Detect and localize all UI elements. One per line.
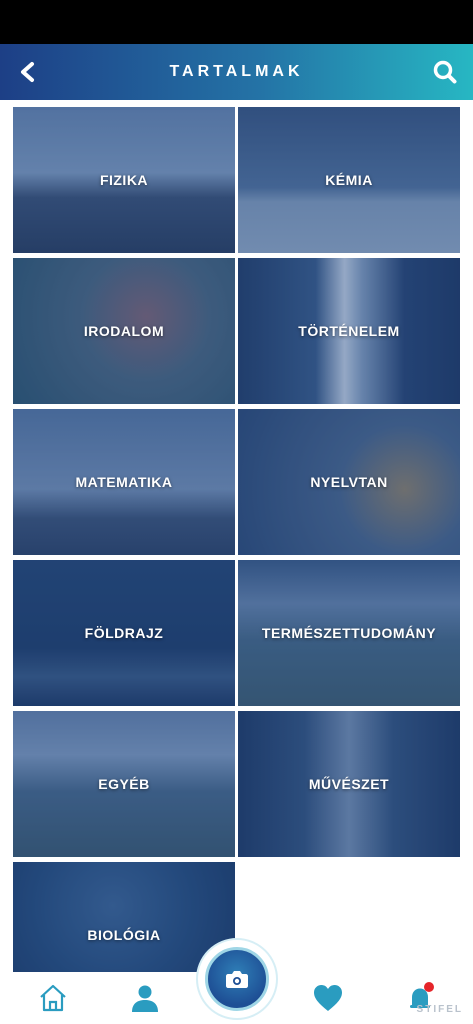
notification-badge [424, 982, 434, 992]
category-tile-foldrajz[interactable]: FÖLDRAJZ [13, 560, 235, 706]
category-label: IRODALOM [83, 323, 165, 339]
status-bar [0, 0, 473, 44]
watermark-text: STIFEL [416, 1004, 463, 1015]
nav-favorites[interactable] [308, 980, 348, 1016]
category-tile-fizika[interactable]: FIZIKA [13, 107, 235, 253]
camera-button-inner [205, 947, 269, 1011]
category-tile-tortenelem[interactable]: TÖRTÉNELEM [238, 258, 460, 404]
category-label: MŰVÉSZET [308, 776, 390, 792]
page-title: TARTALMAK [169, 63, 304, 80]
category-label: MATEMATIKA [75, 474, 173, 490]
app-header: TARTALMAK [0, 44, 473, 100]
heart-icon [314, 985, 342, 1011]
search-button[interactable] [427, 54, 463, 90]
category-tile-irodalom[interactable]: IRODALOM [13, 258, 235, 404]
category-tile-biologia[interactable]: BIOLÓGIA [13, 862, 235, 972]
nav-home[interactable] [33, 980, 73, 1016]
category-grid: FIZIKA KÉMIA IRODALOM TÖRTÉNELEM MATEMAT… [0, 100, 473, 972]
camera-icon [226, 971, 248, 988]
category-label: FIZIKA [99, 172, 149, 188]
category-tile-egyeb[interactable]: EGYÉB [13, 711, 235, 857]
search-icon [433, 60, 457, 84]
home-icon [40, 984, 66, 1012]
category-label: TERMÉSZETTUDOMÁNY [261, 625, 437, 641]
category-tile-muveszet[interactable]: MŰVÉSZET [238, 711, 460, 857]
user-icon [132, 985, 158, 1012]
camera-button[interactable] [196, 938, 278, 1020]
category-tile-kemia[interactable]: KÉMIA [238, 107, 460, 253]
category-label: FÖLDRAJZ [84, 625, 164, 641]
back-button[interactable] [10, 54, 46, 90]
category-label: TÖRTÉNELEM [298, 323, 400, 339]
category-tile-matematika[interactable]: MATEMATIKA [13, 409, 235, 555]
chevron-left-icon [21, 62, 34, 82]
category-label: EGYÉB [98, 776, 150, 792]
nav-profile[interactable] [125, 980, 165, 1016]
category-tile-termeszettudomany[interactable]: TERMÉSZETTUDOMÁNY [238, 560, 460, 706]
category-tile-nyelvtan[interactable]: NYELVTAN [238, 409, 460, 555]
category-label: NYELVTAN [310, 474, 388, 490]
category-label: KÉMIA [325, 172, 373, 188]
